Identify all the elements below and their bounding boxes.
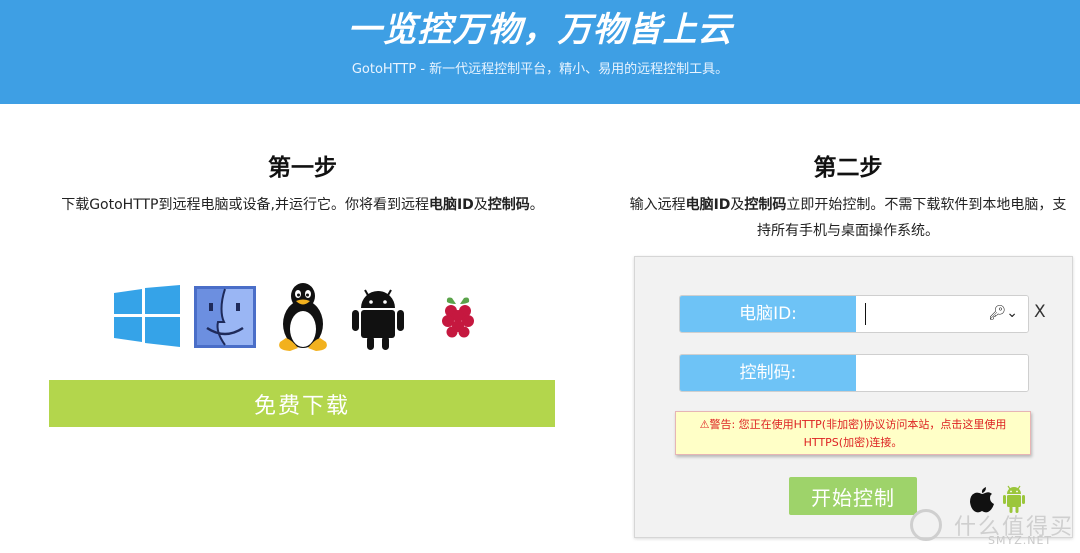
linux-tux-icon[interactable] <box>272 282 334 352</box>
clear-button[interactable]: X <box>1034 302 1046 322</box>
control-code-input[interactable] <box>856 355 1028 391</box>
watermark-sub: SMYZ.NET <box>988 534 1053 547</box>
raspberry-pi-icon[interactable] <box>438 294 478 340</box>
watermark-logo-icon <box>910 509 942 541</box>
start-control-button[interactable]: 开始控制 <box>789 477 917 515</box>
control-code-field: 控制码: <box>679 354 1029 392</box>
hero-banner: 一览控万物，万物皆上云 GotoHTTP - 新一代远程控制平台，精小、易用的远… <box>0 0 1080 104</box>
key-autofill-icon[interactable]: 🔑︎⌄ <box>988 305 1018 321</box>
http-warning-banner[interactable]: ⚠警告: 您正在使用HTTP(非加密)协议访问本站，点击这里使用HTTPS(加密… <box>675 411 1031 455</box>
step-two-description: 输入远程电脑ID及控制码立即开始控制。不需下载软件到本地电脑，支持所有手机与桌面… <box>629 197 1067 239</box>
control-code-label: 控制码: <box>680 355 856 391</box>
hero-subtitle: GotoHTTP - 新一代远程控制平台，精小、易用的远程控制工具。 <box>351 62 729 77</box>
free-download-button[interactable]: 免费下载 <box>49 380 555 427</box>
hero-title: 一览控万物，万物皆上云 <box>347 10 733 50</box>
supported-os-icons <box>110 282 500 352</box>
android-icon[interactable] <box>350 286 406 350</box>
computer-id-field: 电脑ID: 🔑︎⌄ <box>679 295 1029 333</box>
text-caret <box>865 303 866 325</box>
finder-icon[interactable] <box>194 286 256 348</box>
step-one-section: 第一步 下载GotoHTTP到远程电脑或设备,并运行它。你将看到远程电脑ID及控… <box>30 148 575 218</box>
remote-control-panel: 电脑ID: 🔑︎⌄ X 控制码: ⚠警告: 您正在使用HTTP(非加密)协议访问… <box>634 256 1073 538</box>
windows-icon[interactable] <box>114 285 180 347</box>
step-one-title: 第一步 <box>268 155 337 181</box>
watermark: 什么值得买 SMYZ.NET <box>908 505 1080 549</box>
computer-id-label: 电脑ID: <box>680 296 856 332</box>
step-two-section: 第二步 输入远程电脑ID及控制码立即开始控制。不需下载软件到本地电脑，支持所有手… <box>628 148 1068 244</box>
step-one-description: 下载GotoHTTP到远程电脑或设备,并运行它。你将看到远程电脑ID及控制码。 <box>61 197 544 213</box>
step-two-title: 第二步 <box>813 155 883 181</box>
